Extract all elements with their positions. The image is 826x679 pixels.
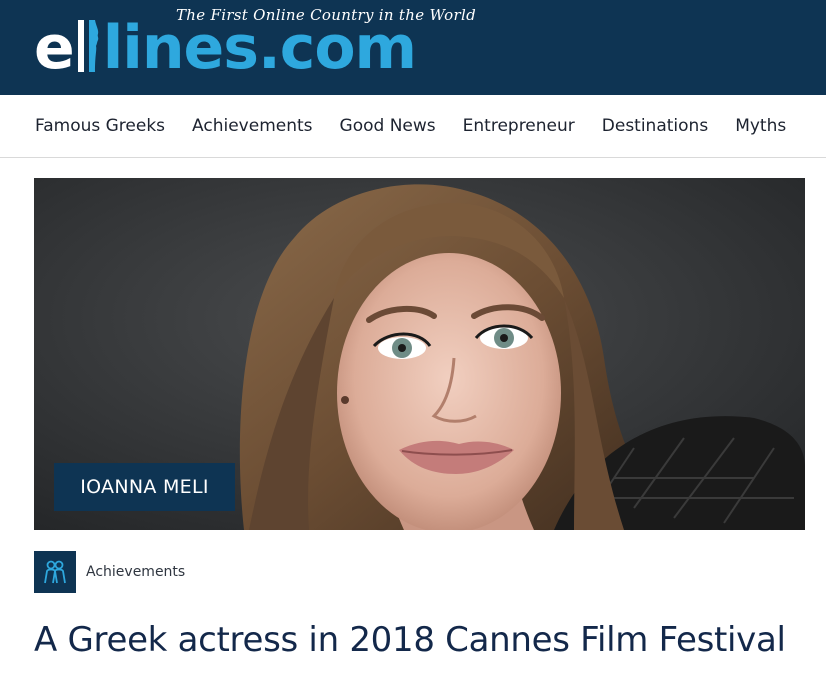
nav-list: Famous Greeks Achievements Good News Ent… [35,95,786,157]
people-icon [34,551,76,593]
hero-caption-badge: IOANNA MELI [54,463,235,511]
logo-text-suffix: lines.com [102,13,417,83]
hero-caption: IOANNA MELI [80,476,209,498]
logo-text-prefix: e [34,13,75,83]
article-title[interactable]: A Greek actress in 2018 Cannes Film Fest… [34,618,786,662]
article-category[interactable]: Achievements [34,551,185,593]
logo-profile-mark [75,16,101,74]
category-label: Achievements [86,564,186,580]
site-header: e lines.com The First Online Country in … [0,0,826,95]
site-logo[interactable]: e lines.com [34,13,417,83]
nav-item-myths[interactable]: Myths [735,116,786,136]
nav-item-famous-greeks[interactable]: Famous Greeks [35,116,165,136]
nav-item-good-news[interactable]: Good News [340,116,436,136]
main-navigation: Famous Greeks Achievements Good News Ent… [0,95,826,158]
hero-image[interactable]: IOANNA MELI [34,178,805,530]
nav-item-destinations[interactable]: Destinations [602,116,708,136]
nav-item-achievements[interactable]: Achievements [192,116,312,136]
site-tagline: The First Online Country in the World [176,6,476,24]
nav-item-entrepreneur[interactable]: Entrepreneur [463,116,575,136]
